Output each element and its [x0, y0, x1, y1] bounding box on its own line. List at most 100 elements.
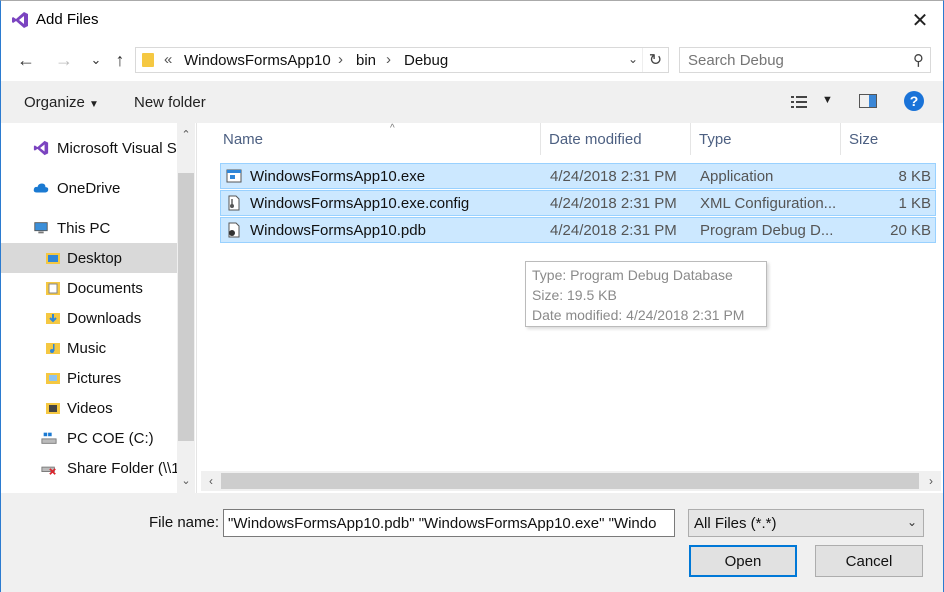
navigation-bar: ← → ⌄ ↑ « WindowsFormsApp10 › bin › Debu…	[1, 39, 943, 81]
computer-icon	[34, 222, 48, 234]
sidebar-item-visual-studio[interactable]: Microsoft Visual S	[1, 133, 177, 163]
sidebar-item-desktop[interactable]: Desktop	[1, 243, 177, 273]
close-icon: ✕	[911, 9, 929, 32]
breadcrumb-item[interactable]: bin	[356, 52, 376, 69]
refresh-button[interactable]: ↻	[642, 48, 668, 72]
file-row[interactable]: WindowsFormsApp10.exe.config 4/24/2018 2…	[220, 190, 936, 216]
downloads-icon	[46, 313, 60, 324]
scroll-left-icon[interactable]: ‹	[201, 471, 221, 491]
folder-icon	[46, 253, 60, 264]
dialog-footer: File name: All Files (*.*) ⌄ Open Cancel	[1, 493, 943, 592]
sort-ascending-icon: ^	[390, 123, 395, 134]
file-size: 20 KB	[890, 222, 931, 239]
scroll-right-icon[interactable]: ›	[921, 471, 941, 491]
tooltip-type: Type: Program Debug Database	[532, 267, 733, 283]
sidebar-item-label: Microsoft Visual S	[57, 140, 177, 157]
file-row[interactable]: WindowsFormsApp10.exe 4/24/2018 2:31 PM …	[220, 163, 936, 189]
exe-icon	[226, 169, 242, 183]
config-icon	[228, 195, 240, 211]
scrollbar-thumb[interactable]	[221, 473, 919, 489]
recent-locations-button[interactable]: ⌄	[85, 49, 107, 71]
sidebar-item-label: Downloads	[67, 310, 142, 327]
chevron-down-icon: ⌄	[906, 515, 917, 529]
back-button[interactable]: ←	[15, 49, 37, 71]
breadcrumb-item[interactable]: Debug	[404, 52, 448, 69]
sidebar-item-label: OneDrive	[57, 180, 121, 197]
add-files-dialog: Add Files ✕ ← → ⌄ ↑ « WindowsFormsApp10 …	[0, 0, 944, 592]
sidebar-item-label: PC COE (C:)	[67, 430, 154, 447]
sidebar-item-label: Videos	[67, 400, 113, 417]
sidebar-item-this-pc[interactable]: This PC	[1, 213, 177, 243]
view-dropdown-icon[interactable]: ▼	[822, 94, 833, 106]
visual-studio-icon	[33, 140, 49, 156]
file-name: WindowsFormsApp10.exe	[250, 168, 426, 185]
drive-icon	[41, 432, 57, 444]
breadcrumb-separator-icon: ›	[386, 51, 391, 68]
file-type-filter[interactable]: All Files (*.*) ⌄	[688, 509, 924, 537]
sidebar-item-onedrive[interactable]: OneDrive	[1, 173, 177, 203]
scroll-down-icon[interactable]: ⌄	[177, 471, 195, 489]
refresh-icon: ↻	[648, 52, 663, 69]
sidebar-item-label: Desktop	[67, 250, 123, 267]
sidebar-item-documents[interactable]: Documents	[1, 273, 177, 303]
command-bar: Organize ▼ New folder ▼ ?	[1, 81, 943, 123]
tooltip-size: Size: 19.5 KB	[532, 287, 617, 303]
search-box[interactable]: ⚲	[679, 47, 931, 73]
address-dropdown-icon[interactable]: ⌄	[628, 52, 638, 66]
up-arrow-icon: ↑	[115, 49, 125, 70]
search-icon[interactable]: ⚲	[913, 51, 924, 69]
file-row[interactable]: WindowsFormsApp10.pdb 4/24/2018 2:31 PM …	[220, 217, 936, 243]
breadcrumb-separator-icon: ›	[338, 51, 343, 68]
cancel-button[interactable]: Cancel	[815, 545, 923, 577]
close-button[interactable]: ✕	[897, 1, 943, 39]
pictures-icon	[46, 373, 60, 384]
file-name-label: File name:	[149, 514, 220, 531]
file-type: Program Debug D...	[700, 222, 834, 239]
back-arrow-icon: ←	[17, 49, 35, 70]
column-header-size[interactable]: Size	[841, 123, 941, 155]
search-input[interactable]	[680, 48, 900, 72]
column-header-label: Type	[699, 131, 732, 148]
view-options-icon[interactable]	[791, 95, 807, 109]
sidebar-item-c-drive[interactable]: PC COE (C:)	[1, 423, 177, 453]
overflow-chevron-icon[interactable]: «	[164, 51, 172, 68]
sidebar-item-label: Share Folder (\\1	[67, 460, 177, 477]
visual-studio-icon	[12, 12, 28, 28]
forward-arrow-icon: →	[55, 49, 73, 70]
up-button[interactable]: ↑	[109, 49, 131, 71]
videos-icon	[46, 403, 60, 414]
file-date: 4/24/2018 2:31 PM	[550, 195, 677, 212]
sidebar-item-label: Pictures	[67, 370, 122, 387]
column-header-name[interactable]: Name ^	[215, 123, 541, 155]
scrollbar-thumb[interactable]	[178, 173, 194, 441]
breadcrumb-item[interactable]: WindowsFormsApp10	[184, 52, 331, 69]
file-list-scrollbar[interactable]: ‹ ›	[201, 471, 941, 491]
sidebar-item-downloads[interactable]: Downloads	[1, 303, 177, 333]
sidebar-scrollbar[interactable]: ⌃ ⌄	[177, 123, 195, 493]
sidebar-item-label: Documents	[67, 280, 143, 297]
chevron-down-icon: ▼	[89, 99, 99, 110]
organize-label: Organize	[24, 94, 85, 111]
column-header-type[interactable]: Type	[691, 123, 841, 155]
column-header-date[interactable]: Date modified	[541, 123, 691, 155]
forward-button[interactable]: →	[53, 49, 75, 71]
column-header-label: Size	[849, 131, 879, 148]
sidebar-item-share-folder[interactable]: Share Folder (\\1	[1, 453, 177, 483]
file-type-filter-value: All Files (*.*)	[694, 515, 777, 532]
open-button[interactable]: Open	[689, 545, 797, 577]
preview-pane-icon[interactable]	[859, 94, 877, 108]
file-size: 1 KB	[898, 195, 931, 212]
column-header-label: Name	[223, 131, 264, 148]
sidebar-item-music[interactable]: Music	[1, 333, 177, 363]
help-button[interactable]: ?	[904, 91, 924, 111]
sidebar-item-pictures[interactable]: Pictures	[1, 363, 177, 393]
organize-button[interactable]: Organize ▼	[24, 94, 99, 111]
sidebar-item-videos[interactable]: Videos	[1, 393, 177, 423]
file-name: WindowsFormsApp10.exe.config	[250, 195, 470, 212]
title-bar: Add Files ✕	[1, 1, 943, 39]
new-folder-button[interactable]: New folder	[134, 94, 206, 111]
file-name-input[interactable]	[223, 509, 675, 537]
address-bar[interactable]: « WindowsFormsApp10 › bin › Debug ⌄ ↻	[135, 47, 669, 73]
column-header-label: Date modified	[549, 131, 642, 148]
scroll-up-icon[interactable]: ⌃	[177, 125, 195, 143]
